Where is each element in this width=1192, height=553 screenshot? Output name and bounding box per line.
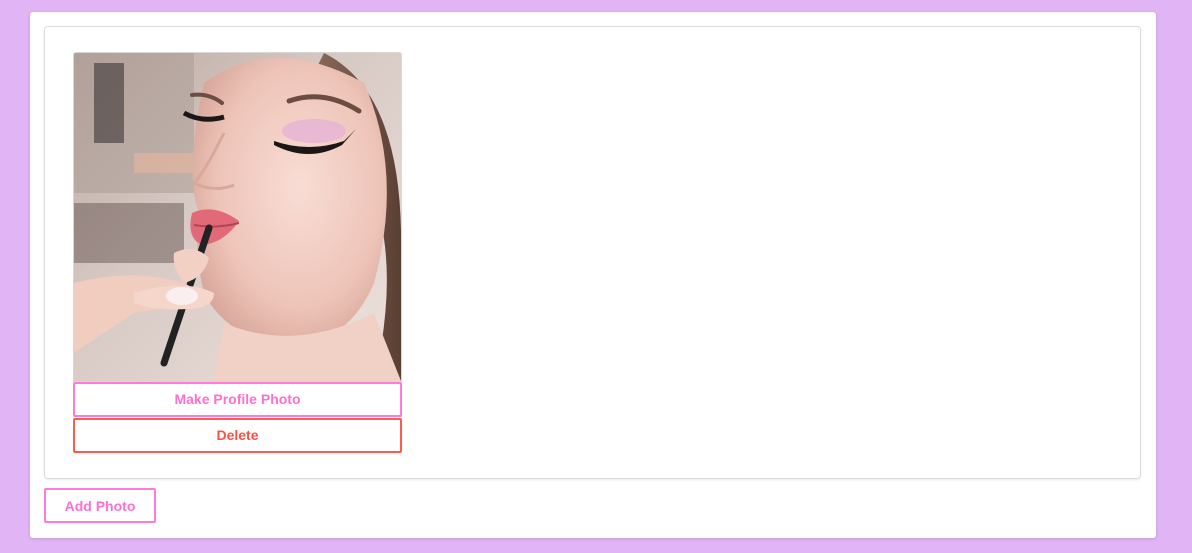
photo-thumbnail[interactable]: [73, 52, 402, 382]
add-photo-button[interactable]: Add Photo: [44, 488, 156, 523]
delete-photo-button[interactable]: Delete: [73, 418, 402, 453]
photo-gallery: Make Profile Photo Delete: [44, 26, 1141, 479]
make-profile-photo-button[interactable]: Make Profile Photo: [73, 382, 402, 417]
photos-panel: Make Profile Photo Delete Add Photo: [30, 12, 1156, 538]
photo-image: [74, 53, 401, 381]
photo-card: Make Profile Photo Delete: [73, 52, 402, 453]
